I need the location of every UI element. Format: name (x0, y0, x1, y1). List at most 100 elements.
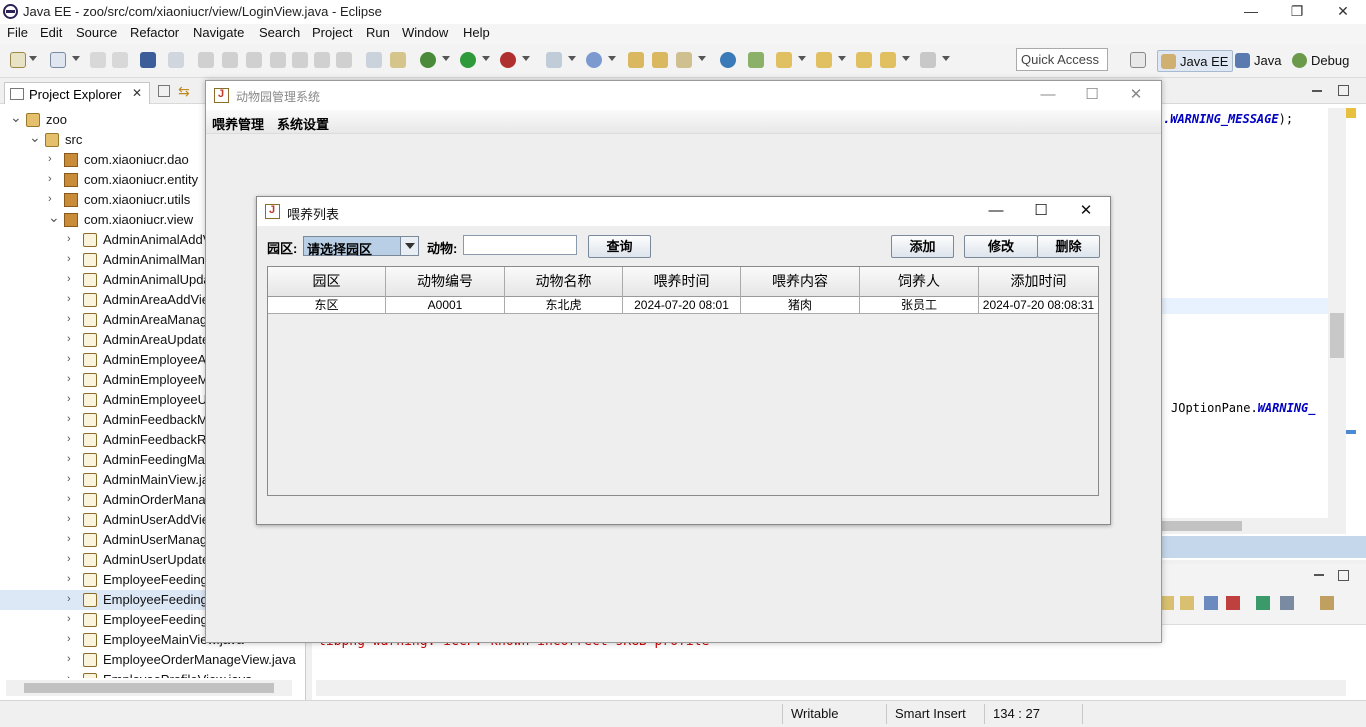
add-button[interactable]: 添加 (891, 235, 954, 258)
feeding-close-button[interactable]: ✕ (1064, 200, 1108, 222)
chevron-right-icon[interactable]: › (67, 373, 77, 385)
table-cell[interactable]: 东北虎 (505, 297, 623, 314)
search-button[interactable]: 查询 (588, 235, 651, 258)
open-type-icon[interactable] (390, 52, 406, 68)
column-header[interactable]: 喂养时间 (623, 267, 741, 297)
minimize-icon[interactable] (1312, 90, 1322, 92)
show-error-console-icon[interactable] (1226, 596, 1240, 610)
explorer-horizontal-scrollbar[interactable] (6, 680, 292, 696)
save-all-icon[interactable] (112, 52, 128, 68)
menu-edit[interactable]: Edit (40, 25, 62, 40)
menu-navigate[interactable]: Navigate (193, 25, 244, 40)
chevron-right-icon[interactable]: › (67, 613, 77, 625)
display-console-icon[interactable] (1280, 596, 1294, 610)
menu-window[interactable]: Window (402, 25, 448, 40)
show-console-icon[interactable] (1204, 596, 1218, 610)
chevron-right-icon[interactable]: › (67, 293, 77, 305)
chevron-right-icon[interactable]: › (67, 413, 77, 425)
chevron-right-icon[interactable]: › (67, 653, 77, 665)
minimize-button[interactable]: — (1228, 0, 1274, 24)
save-icon[interactable] (90, 52, 106, 68)
chevron-right-icon[interactable]: › (67, 673, 77, 678)
console-horizontal-scrollbar[interactable] (316, 680, 1346, 696)
minimize-icon[interactable] (1314, 574, 1324, 576)
column-header[interactable]: 动物名称 (505, 267, 623, 297)
table-row[interactable]: 东区 A0001 东北虎 2024-07-20 08:01 猪肉 张员工 2024-07-2… (268, 297, 1098, 314)
new-server-icon[interactable] (546, 52, 562, 68)
open-perspective-icon[interactable] (1130, 52, 1146, 68)
column-header[interactable]: 饲养人 (860, 267, 979, 297)
skip-breakpoints-icon[interactable] (168, 52, 184, 68)
scrollbar-thumb[interactable] (1330, 313, 1344, 358)
chevron-right-icon[interactable]: › (67, 333, 77, 345)
new-project-icon[interactable] (50, 52, 66, 68)
restore-button[interactable]: ❐ (1274, 0, 1320, 24)
menu-feeding-management[interactable]: 喂养管理 (212, 114, 264, 133)
search-icon[interactable] (676, 52, 692, 68)
table-cell[interactable]: 猪肉 (741, 297, 860, 314)
chevron-right-icon[interactable]: › (67, 553, 77, 565)
chevron-down-icon[interactable] (400, 237, 418, 255)
occurrence-marker-icon[interactable] (1346, 430, 1356, 434)
console-icon[interactable] (140, 52, 156, 68)
perspective-java-ee[interactable]: Java EE (1157, 50, 1234, 72)
step-into-icon[interactable] (292, 52, 308, 68)
terminate-icon[interactable] (246, 52, 262, 68)
chevron-right-icon[interactable]: › (67, 273, 77, 285)
column-header[interactable]: 园区 (268, 267, 386, 297)
run-external-tools-icon[interactable] (500, 52, 516, 68)
table-cell[interactable]: 张员工 (860, 297, 979, 314)
zoo-minimize-button[interactable]: — (1028, 84, 1068, 106)
chevron-right-icon[interactable]: › (67, 533, 77, 545)
chevron-right-icon[interactable]: › (67, 433, 77, 445)
delete-button[interactable]: 删除 (1037, 235, 1100, 258)
open-console-icon[interactable] (1320, 596, 1334, 610)
new-icon[interactable] (10, 52, 26, 68)
zoo-maximize-button[interactable]: ☐ (1072, 84, 1112, 106)
back-icon[interactable] (880, 52, 896, 68)
scroll-lock-icon[interactable] (1160, 596, 1174, 610)
new-java-class-icon[interactable] (586, 52, 602, 68)
chevron-right-icon[interactable]: › (67, 593, 77, 605)
debug-icon[interactable] (420, 52, 436, 68)
suspend-icon[interactable] (222, 52, 238, 68)
tab-project-explorer[interactable]: Project Explorer ✕ (4, 82, 150, 104)
open-task-icon[interactable] (366, 52, 382, 68)
warning-marker-icon[interactable] (1346, 108, 1356, 118)
annotation-icon[interactable] (748, 52, 764, 68)
run-icon[interactable] (460, 52, 476, 68)
chevron-right-icon[interactable]: › (67, 253, 77, 265)
previous-annotation-icon[interactable] (816, 52, 832, 68)
animal-input[interactable] (463, 235, 577, 255)
globe-icon[interactable] (720, 52, 736, 68)
maximize-icon[interactable] (1338, 85, 1349, 96)
chevron-right-icon[interactable]: › (67, 473, 77, 485)
chevron-right-icon[interactable]: › (67, 493, 77, 505)
editor-horizontal-scrollbar[interactable] (1160, 518, 1346, 534)
chevron-down-icon[interactable]: ⌄ (10, 109, 22, 125)
column-header[interactable]: 添加时间 (979, 267, 1098, 297)
pin-console-icon[interactable] (1256, 596, 1270, 610)
zoo-close-button[interactable]: ✕ (1116, 84, 1156, 106)
maximize-icon[interactable] (1338, 570, 1349, 581)
table-cell[interactable]: 东区 (268, 297, 386, 314)
menu-file[interactable]: File (7, 25, 28, 40)
perspective-java[interactable]: Java (1232, 50, 1285, 72)
close-icon[interactable]: ✕ (132, 86, 142, 100)
menu-help[interactable]: Help (463, 25, 490, 40)
menu-system-settings[interactable]: 系统设置 (277, 114, 329, 133)
menu-source[interactable]: Source (76, 25, 117, 40)
forward-icon[interactable] (920, 52, 936, 68)
resume-icon[interactable] (198, 52, 214, 68)
menu-refactor[interactable]: Refactor (130, 25, 179, 40)
chevron-right-icon[interactable]: › (67, 573, 77, 585)
word-wrap-icon[interactable] (1180, 596, 1194, 610)
chevron-down-icon[interactable]: ⌄ (29, 129, 41, 145)
tree-item-java-file[interactable]: › EmployeeOrderManageView.java (0, 650, 300, 670)
collapse-all-icon[interactable] (158, 85, 170, 97)
chevron-right-icon[interactable]: › (48, 153, 58, 165)
column-header[interactable]: 动物编号 (386, 267, 505, 297)
chevron-right-icon[interactable]: › (67, 633, 77, 645)
scrollbar-thumb[interactable] (24, 683, 274, 693)
column-header[interactable]: 喂养内容 (741, 267, 860, 297)
